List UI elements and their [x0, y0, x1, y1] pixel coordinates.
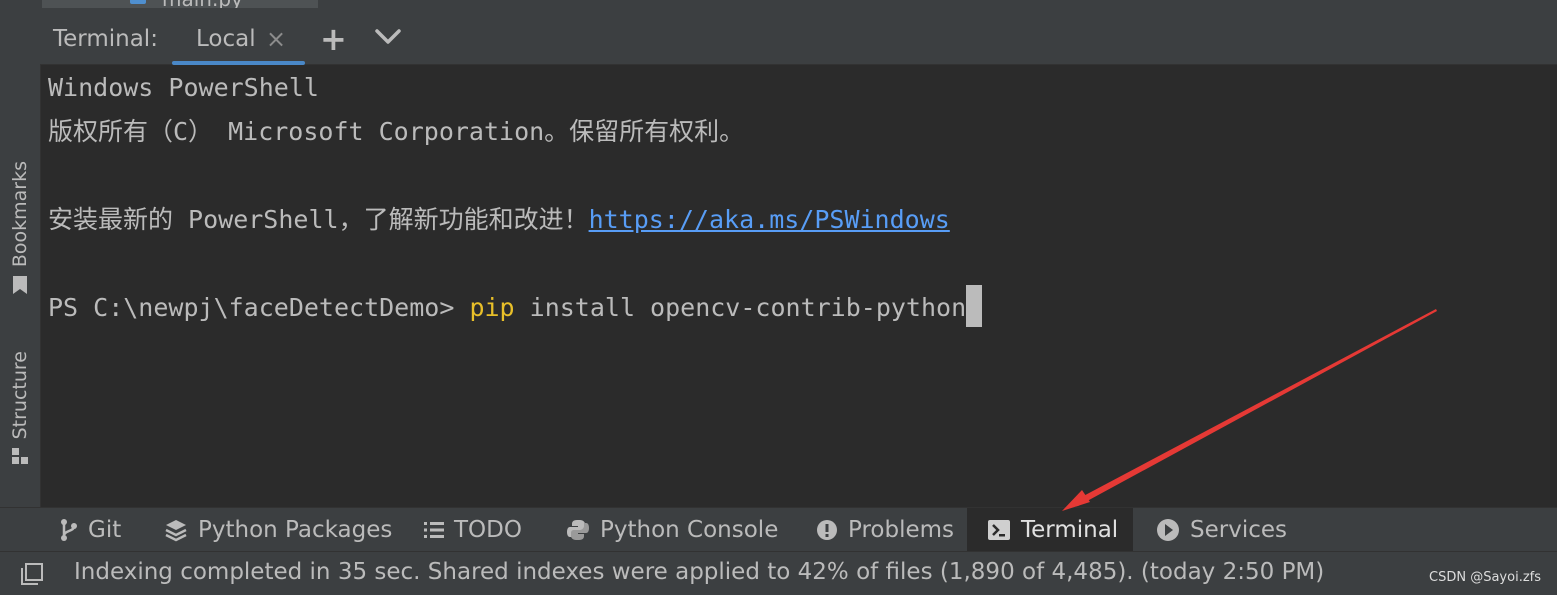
side-tab-structure[interactable]: Structure: [0, 351, 40, 469]
console-text: 安装最新的 PowerShell，了解新功能和改进！: [48, 205, 589, 234]
python-file-icon: [130, 0, 146, 4]
tool-window-bar: Git Python Packages TODO Python Console …: [0, 507, 1557, 552]
structure-icon: [11, 447, 29, 469]
left-tool-strip: Bookmarks Structure: [0, 11, 41, 507]
close-icon[interactable]: ×: [266, 25, 286, 53]
editor-file-name: main.py: [162, 0, 243, 8]
terminal-title: Terminal:: [53, 26, 158, 52]
console-text: Windows PowerShell: [48, 73, 319, 102]
tool-window-label: TODO: [454, 517, 522, 543]
tool-window-label: Services: [1190, 517, 1287, 543]
watermark: CSDN @Sayoi.zfs: [1429, 570, 1541, 585]
command-args: install opencv-contrib-python: [514, 293, 967, 322]
tool-window-python-packages[interactable]: Python Packages: [144, 508, 406, 552]
tab-local-label: Local: [196, 26, 256, 52]
console-prompt-line[interactable]: PS C:\newpj\faceDetectDemo> pip install …: [48, 285, 983, 327]
editor-tab-strip: main.py: [0, 0, 1557, 11]
git-branch-icon: [60, 518, 78, 542]
console-text: 版权所有（C） Microsoft Corporation。保留所有权利。: [48, 117, 745, 146]
chevron-down-icon[interactable]: [375, 29, 401, 49]
console-line: 安装最新的 PowerShell，了解新功能和改进！https://aka.ms…: [48, 202, 950, 238]
list-icon: [424, 521, 444, 539]
command-keyword: pip: [469, 293, 515, 322]
tool-window-label: Python Packages: [198, 517, 393, 543]
editor-file-tab[interactable]: main.py: [42, 0, 318, 8]
active-tab-indicator: [172, 61, 305, 65]
prompt-text: PS C:\newpj\faceDetectDemo>: [48, 293, 470, 322]
side-tab-bookmarks[interactable]: Bookmarks: [0, 161, 40, 299]
console-line: 版权所有（C） Microsoft Corporation。保留所有权利。: [48, 114, 744, 150]
text-cursor: [966, 285, 983, 327]
tab-local[interactable]: Local ×: [172, 11, 305, 65]
python-icon: [566, 518, 590, 542]
tool-window-todo[interactable]: TODO: [404, 508, 536, 552]
tool-window-label: Problems: [848, 517, 955, 543]
tool-window-problems[interactable]: Problems: [796, 508, 968, 552]
new-terminal-tab-button[interactable]: +: [320, 20, 347, 58]
tool-window-terminal[interactable]: Terminal: [967, 508, 1133, 552]
status-bar: Indexing completed in 35 sec. Shared ind…: [0, 551, 1557, 595]
tool-window-label: Python Console: [600, 517, 779, 543]
terminal-header: Terminal: Local × +: [40, 11, 1557, 65]
tool-window-label: Terminal: [1021, 517, 1119, 543]
terminal-output[interactable]: Windows PowerShell 版权所有（C） Microsoft Cor…: [48, 70, 1548, 500]
layers-icon: [164, 518, 188, 542]
powershell-link[interactable]: https://aka.ms/PSWindows: [589, 205, 950, 234]
terminal-icon: [987, 519, 1011, 541]
tool-window-services[interactable]: Services: [1136, 508, 1301, 552]
console-line: Windows PowerShell: [48, 70, 319, 106]
play-icon: [1156, 518, 1180, 542]
tool-window-git[interactable]: Git: [40, 508, 135, 552]
tool-windows-toggle-icon[interactable]: [20, 562, 44, 590]
tool-window-python-console[interactable]: Python Console: [546, 508, 792, 552]
tool-window-label: Git: [88, 517, 122, 543]
side-tab-label: Bookmarks: [9, 161, 31, 268]
side-tab-label: Structure: [9, 351, 31, 440]
status-message[interactable]: Indexing completed in 35 sec. Shared ind…: [74, 559, 1324, 585]
bookmark-icon: [12, 275, 28, 299]
alert-icon: [816, 519, 838, 541]
